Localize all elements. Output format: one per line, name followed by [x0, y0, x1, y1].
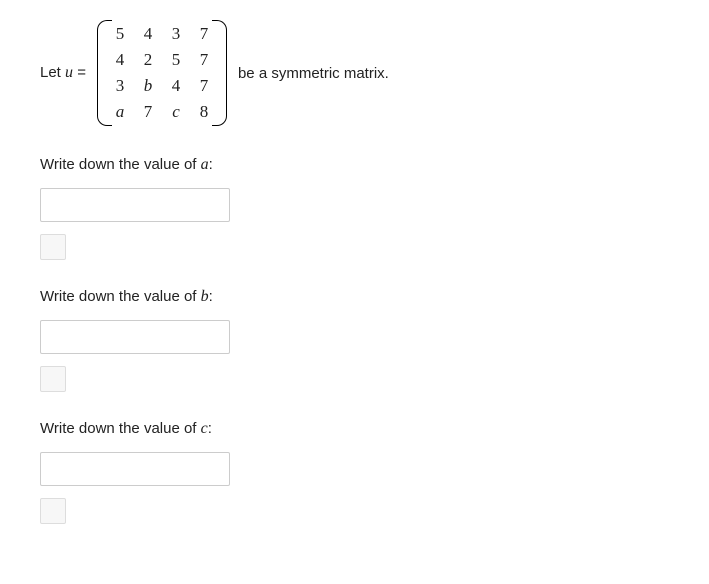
prompt-c: Write down the value of c: [40, 420, 669, 438]
status-box-c [40, 498, 66, 524]
matrix-cell: 3 [170, 24, 182, 44]
matrix-cell: 4 [170, 76, 182, 96]
status-box-a [40, 234, 66, 260]
intro-suffix: be a symmetric matrix. [238, 65, 389, 82]
prompt-b-pre: Write down the value of [40, 288, 201, 305]
answer-input-b[interactable] [40, 320, 230, 354]
matrix-cell: c [170, 102, 182, 122]
matrix-cell: 7 [198, 24, 210, 44]
matrix-cell: 8 [198, 102, 210, 122]
matrix-cell: 5 [114, 24, 126, 44]
intro-var: u [65, 64, 73, 81]
matrix-cell: 4 [114, 50, 126, 70]
paren-right [216, 20, 230, 126]
prompt-a: Write down the value of a: [40, 156, 669, 174]
prompt-b: Write down the value of b: [40, 288, 669, 306]
matrix-cell: a [114, 102, 126, 122]
matrix-cell: b [142, 76, 154, 96]
prompt-a-pre: Write down the value of [40, 156, 201, 173]
prompt-c-pre: Write down the value of [40, 420, 201, 437]
intro-equals: = [73, 64, 86, 81]
question-b: Write down the value of b: [40, 288, 669, 392]
matrix-cell: 2 [142, 50, 154, 70]
prompt-b-post: : [209, 288, 213, 305]
matrix-body: 543742573b47a7c8 [108, 20, 216, 126]
question-intro: Let u = 543742573b47a7c8 be a symmetric … [40, 20, 669, 126]
matrix: 543742573b47a7c8 [94, 20, 230, 126]
prompt-a-var: a [201, 156, 209, 173]
prompt-c-post: : [208, 420, 212, 437]
matrix-cell: 7 [142, 102, 154, 122]
answer-input-c[interactable] [40, 452, 230, 486]
status-box-b [40, 366, 66, 392]
matrix-cell: 7 [198, 50, 210, 70]
matrix-cell: 3 [114, 76, 126, 96]
question-a: Write down the value of a: [40, 156, 669, 260]
matrix-cell: 7 [198, 76, 210, 96]
prompt-c-var: c [201, 420, 208, 437]
prompt-b-var: b [201, 288, 209, 305]
matrix-cell: 5 [170, 50, 182, 70]
intro-prefix: Let u = [40, 64, 86, 82]
question-c: Write down the value of c: [40, 420, 669, 524]
answer-input-a[interactable] [40, 188, 230, 222]
paren-left [94, 20, 108, 126]
matrix-cell: 4 [142, 24, 154, 44]
let-text: Let [40, 64, 65, 81]
prompt-a-post: : [209, 156, 213, 173]
